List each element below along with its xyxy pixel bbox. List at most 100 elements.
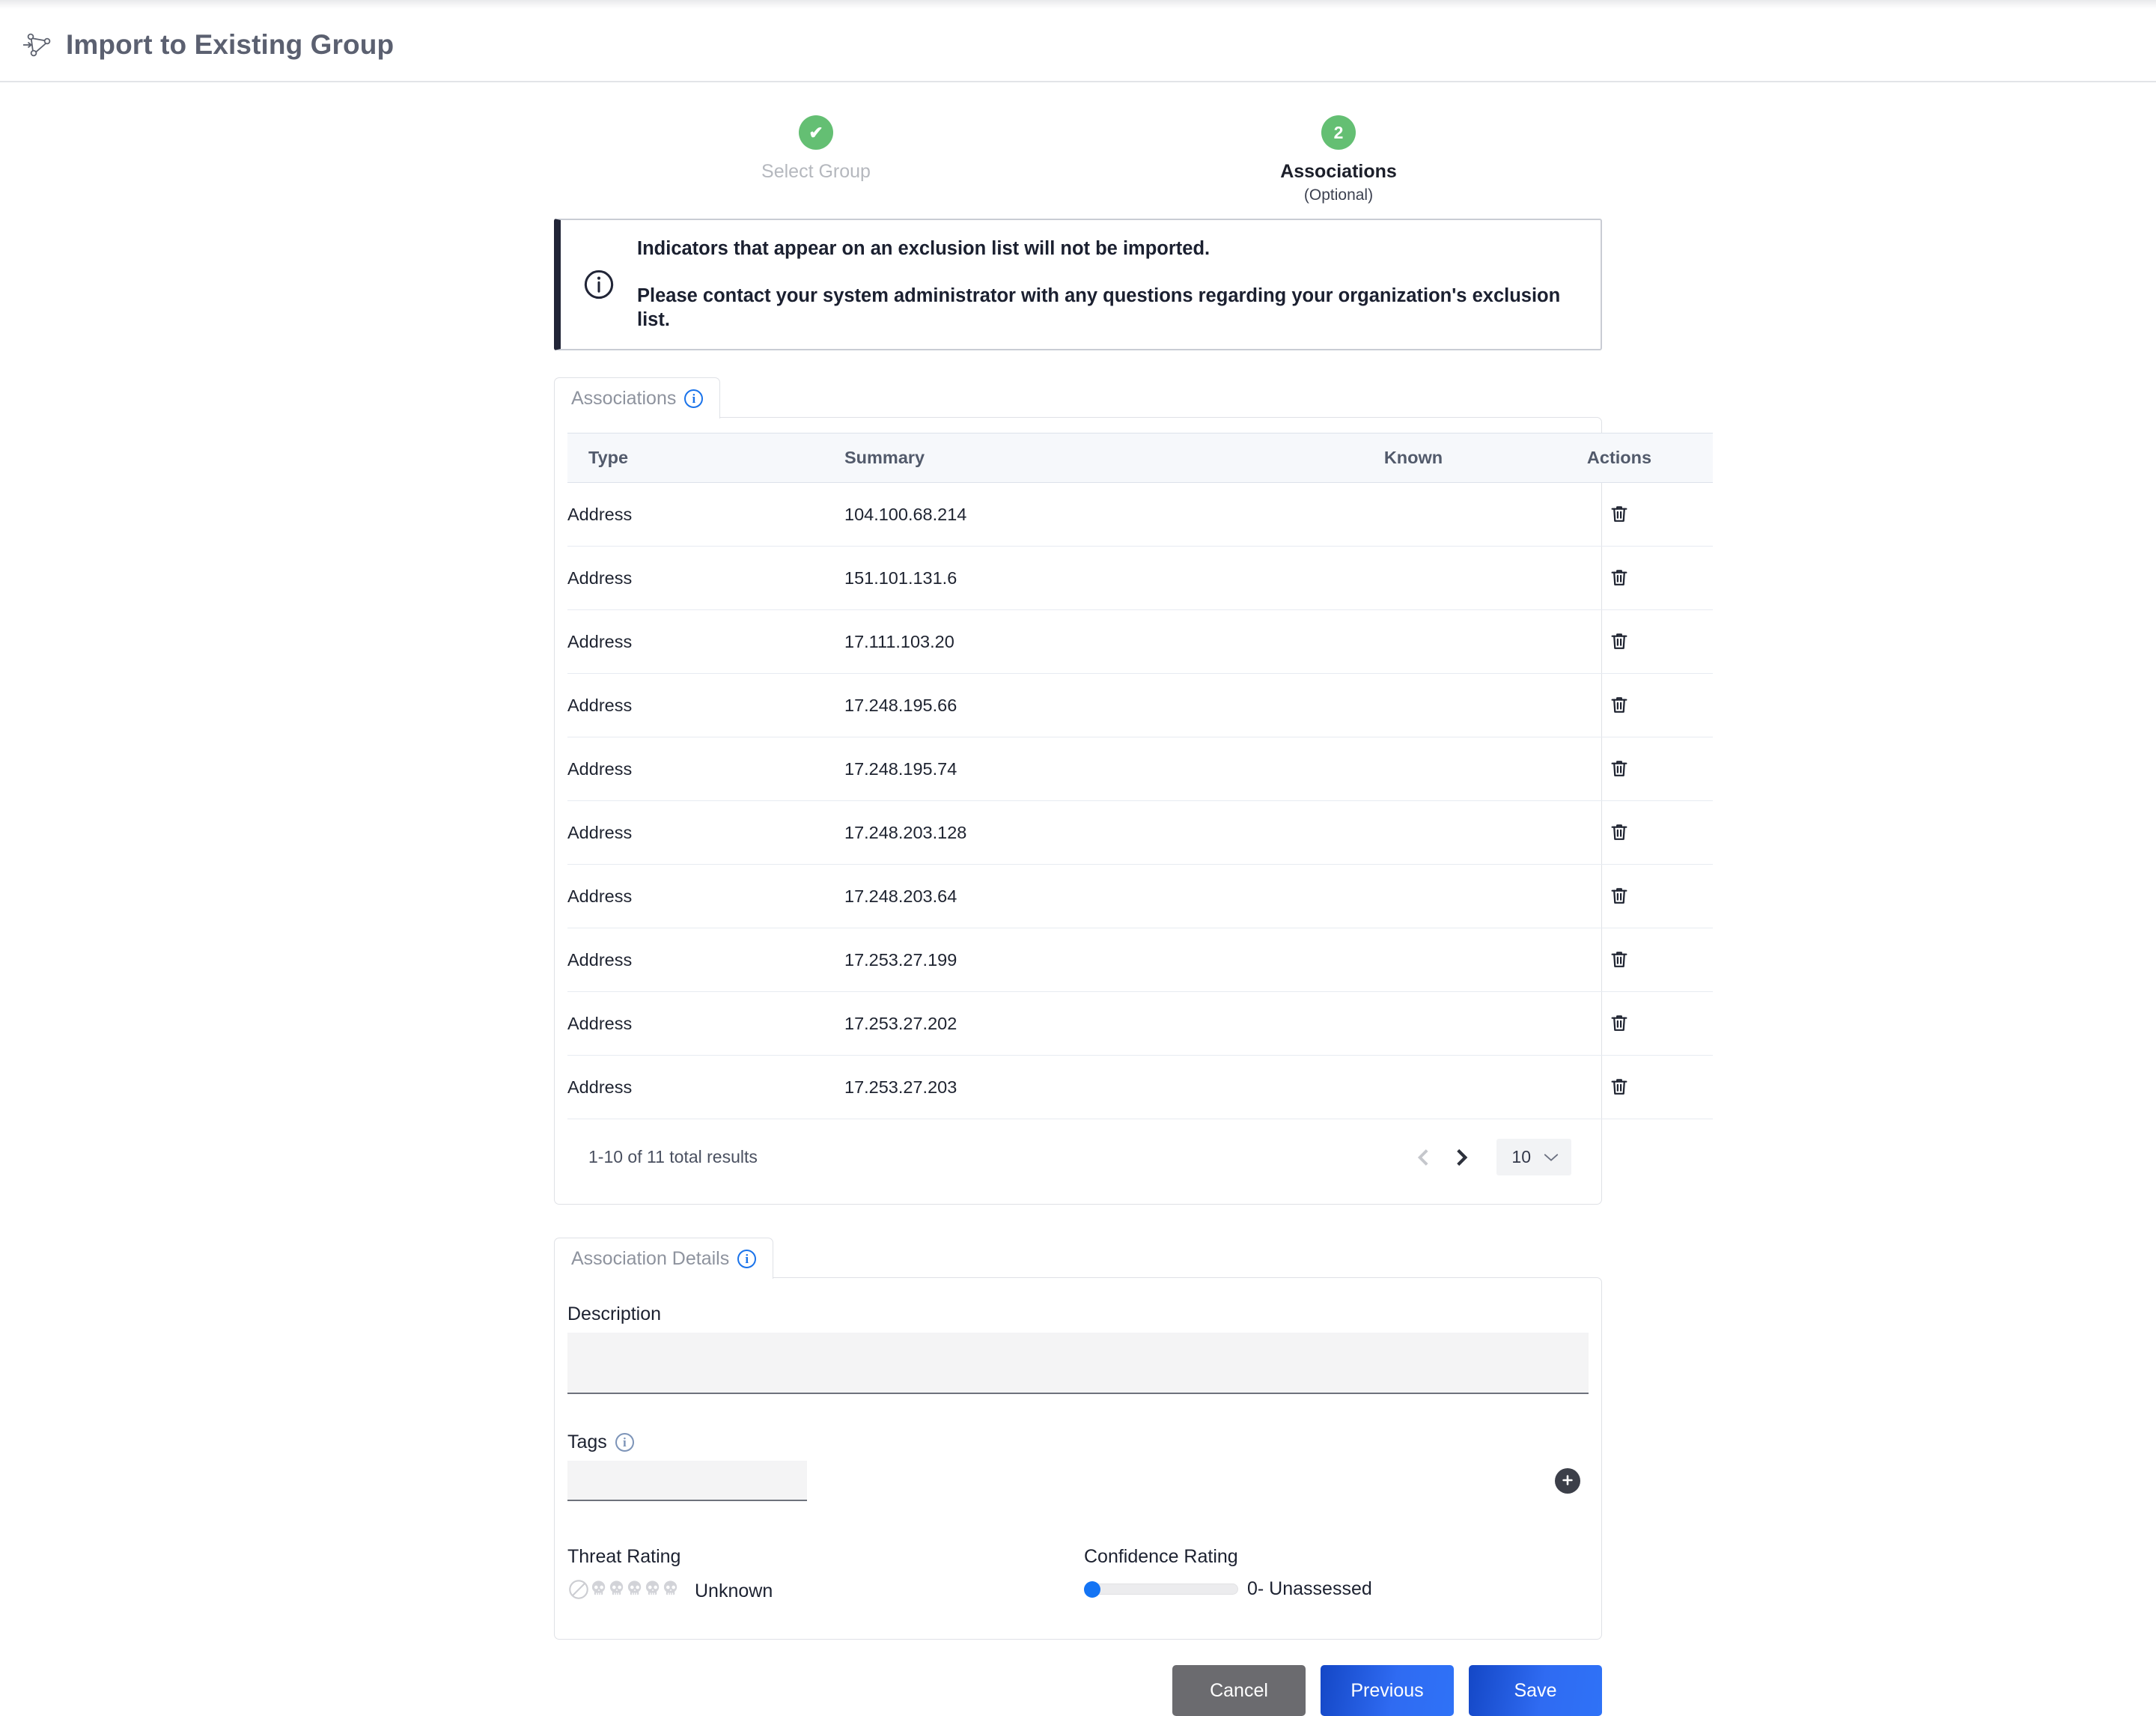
chevron-down-icon — [1543, 1147, 1559, 1167]
alert-line-1: Indicators that appear on an exclusion l… — [637, 238, 1211, 260]
threat-rating-label: Threat Rating — [567, 1546, 681, 1567]
table-row[interactable]: Address 17.248.203.128 — [567, 800, 1713, 865]
trash-icon[interactable] — [1605, 563, 1633, 591]
cell-actions — [1526, 609, 1713, 674]
threat-rating-value: Unknown — [695, 1580, 773, 1601]
cell-actions — [1526, 991, 1713, 1056]
confidence-slider-track — [1084, 1583, 1238, 1595]
associations-table-head: Type Summary Known Actions — [567, 433, 1713, 483]
cell-actions — [1526, 482, 1713, 547]
cell-known — [1301, 864, 1526, 928]
cell-summary: 17.253.27.203 — [844, 1055, 1301, 1119]
tab-association-details[interactable]: Association Details i — [554, 1238, 774, 1279]
cell-known — [1301, 737, 1526, 801]
table-row[interactable]: Address 17.111.103.20 — [567, 609, 1713, 674]
cell-known — [1301, 673, 1526, 737]
description-input[interactable] — [567, 1333, 1589, 1394]
table-row[interactable]: Address 151.101.131.6 — [567, 546, 1713, 610]
trash-icon[interactable] — [1605, 754, 1633, 782]
confidence-rating-value: 0- Unassessed — [1247, 1578, 1372, 1599]
trash-icon[interactable] — [1605, 499, 1633, 528]
stepper-step-associations[interactable]: 2 Associations (Optional) — [1196, 115, 1481, 204]
cell-type: Address — [567, 546, 844, 610]
trash-icon[interactable] — [1605, 818, 1633, 846]
table-row[interactable]: Address 17.248.195.66 — [567, 673, 1713, 737]
prohibited-icon[interactable] — [567, 1578, 590, 1604]
stepper-step-1-marker: ✔ — [799, 115, 833, 150]
column-header-summary[interactable]: Summary — [844, 433, 1301, 483]
exclusion-list-alert: Indicators that appear on an exclusion l… — [554, 219, 1602, 350]
wizard-stepper: ✔ Select Group 2 Associations (Optional) — [0, 115, 2156, 225]
import-group-icon — [19, 25, 58, 64]
table-row[interactable]: Address 17.253.27.199 — [567, 928, 1713, 992]
cell-type: Address — [567, 609, 844, 674]
alert-line-2: Please contact your system administrator… — [637, 285, 1561, 330]
cell-known — [1301, 609, 1526, 674]
cell-summary: 17.253.27.199 — [844, 928, 1301, 992]
table-row[interactable]: Address 104.100.68.214 — [567, 482, 1713, 547]
pagination-controls: 10 — [1408, 1139, 1571, 1175]
ratings-row: Threat Rating Unknown Confidence Rating … — [567, 1546, 1589, 1604]
cell-type: Address — [567, 673, 844, 737]
tab-associations-label: Associations — [571, 388, 677, 409]
tags-input[interactable] — [567, 1461, 807, 1501]
cell-known — [1301, 482, 1526, 547]
cell-type: Address — [567, 482, 844, 547]
chevron-right-icon[interactable] — [1447, 1141, 1477, 1174]
stepper-step-2-sublabel: (Optional) — [1303, 186, 1374, 204]
confidence-slider[interactable] — [1084, 1580, 1238, 1598]
save-button[interactable]: Save — [1469, 1665, 1602, 1716]
skull-icon[interactable] — [644, 1580, 662, 1603]
trash-icon[interactable] — [1605, 881, 1633, 910]
stepper-step-select-group[interactable]: ✔ Select Group — [674, 115, 958, 183]
cell-known — [1301, 546, 1526, 610]
cell-summary: 17.248.203.64 — [844, 864, 1301, 928]
cell-summary: 151.101.131.6 — [844, 546, 1301, 610]
cell-type: Address — [567, 800, 844, 865]
table-row[interactable]: Address 17.248.203.64 — [567, 864, 1713, 928]
skull-icon[interactable] — [608, 1580, 626, 1603]
skull-icon[interactable] — [662, 1580, 680, 1603]
info-circle-icon[interactable]: i — [684, 389, 704, 408]
table-row[interactable]: Address 17.253.27.203 — [567, 1055, 1713, 1119]
confidence-rating-control: 0- Unassessed — [1084, 1578, 1589, 1600]
trash-icon[interactable] — [1605, 690, 1633, 719]
table-row[interactable]: Address 17.253.27.202 — [567, 991, 1713, 1056]
associations-section: Associations i Type Summary Known Action… — [554, 376, 1713, 1205]
cell-actions — [1526, 928, 1713, 992]
previous-button[interactable]: Previous — [1321, 1665, 1454, 1716]
cell-known — [1301, 928, 1526, 992]
table-row[interactable]: Address 17.248.195.74 — [567, 737, 1713, 801]
tab-associations[interactable]: Associations i — [554, 377, 721, 419]
chevron-left-icon[interactable] — [1408, 1141, 1438, 1174]
tab-association-details-label: Association Details — [571, 1248, 730, 1269]
alert-text-block: Indicators that appear on an exclusion l… — [637, 237, 1580, 331]
description-label: Description — [567, 1303, 1589, 1325]
column-header-type[interactable]: Type — [567, 433, 844, 483]
skull-icon[interactable] — [590, 1580, 608, 1603]
confidence-rating-label: Confidence Rating — [1084, 1546, 1238, 1567]
cell-summary: 17.248.203.128 — [844, 800, 1301, 865]
cell-type: Address — [567, 737, 844, 801]
trash-icon[interactable] — [1605, 1072, 1633, 1101]
cell-type: Address — [567, 928, 844, 992]
cell-type: Address — [567, 991, 844, 1056]
trash-icon[interactable] — [1605, 627, 1633, 655]
add-tag-button[interactable] — [1555, 1468, 1580, 1494]
info-circle-icon[interactable]: i — [737, 1250, 757, 1268]
column-header-known[interactable]: Known — [1301, 433, 1526, 483]
page-size-select[interactable]: 10 — [1496, 1139, 1571, 1175]
cancel-button[interactable]: Cancel — [1172, 1665, 1306, 1716]
window-top-strip — [0, 0, 2156, 9]
trash-icon[interactable] — [1605, 1008, 1633, 1037]
page-size-value: 10 — [1511, 1147, 1531, 1166]
threat-rating-control[interactable]: Unknown — [567, 1578, 1084, 1604]
skull-icon[interactable] — [626, 1580, 644, 1603]
info-circle-icon[interactable]: i — [615, 1433, 634, 1452]
cell-actions — [1526, 864, 1713, 928]
trash-icon[interactable] — [1605, 945, 1633, 973]
confidence-slider-thumb[interactable] — [1084, 1580, 1100, 1598]
main-content: Indicators that appear on an exclusion l… — [554, 219, 1713, 1716]
cell-type: Address — [567, 1055, 844, 1119]
cell-actions — [1526, 800, 1713, 865]
